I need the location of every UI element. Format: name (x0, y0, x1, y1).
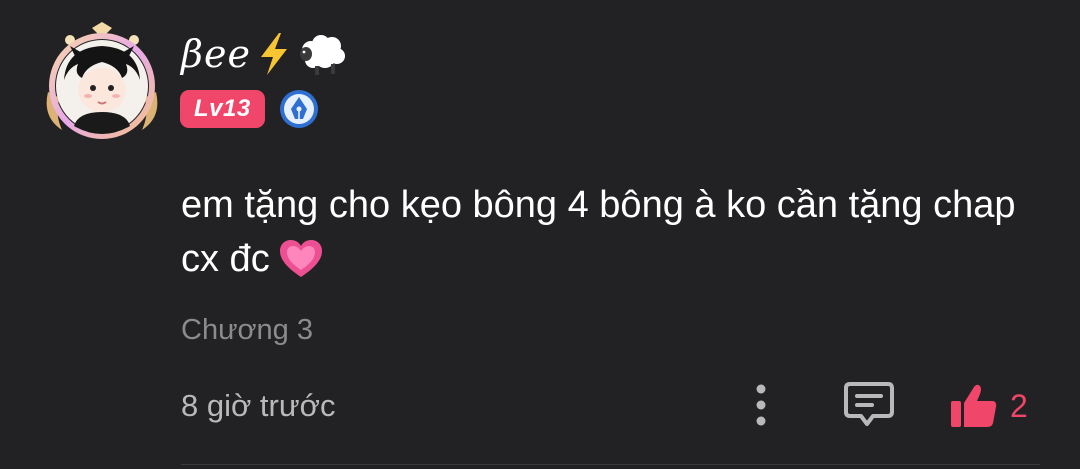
user-badges: Lv13 (180, 88, 319, 130)
timestamp: 8 giờ trước (181, 388, 336, 423)
chapter-label[interactable]: Chương 3 (181, 314, 313, 347)
pen-nib-icon (279, 90, 318, 128)
like-button[interactable]: 2 (948, 378, 1028, 434)
user-avatar[interactable] (40, 22, 164, 146)
more-vertical-icon (756, 384, 766, 426)
reply-button[interactable] (842, 380, 896, 430)
avatar-frame-icon (46, 22, 158, 139)
comment-icon (844, 382, 894, 426)
comment-text: em tặng cho kẹo bông 4 bông à ko cần tặn… (181, 178, 1041, 286)
divider (181, 464, 1040, 465)
username[interactable]: βee (181, 32, 251, 76)
more-options-button[interactable] (744, 380, 778, 430)
username-row: βee (181, 26, 349, 82)
sheep-icon (299, 35, 345, 75)
like-count: 2 (1010, 387, 1028, 424)
comment-card: βee Lv13 em tặng cho kẹo bông 4 bông à k… (0, 0, 1080, 469)
heart-icon (279, 240, 322, 277)
level-badge: Lv13 (180, 90, 265, 128)
lightning-icon (260, 33, 287, 75)
thumbs-up-icon (951, 384, 997, 427)
